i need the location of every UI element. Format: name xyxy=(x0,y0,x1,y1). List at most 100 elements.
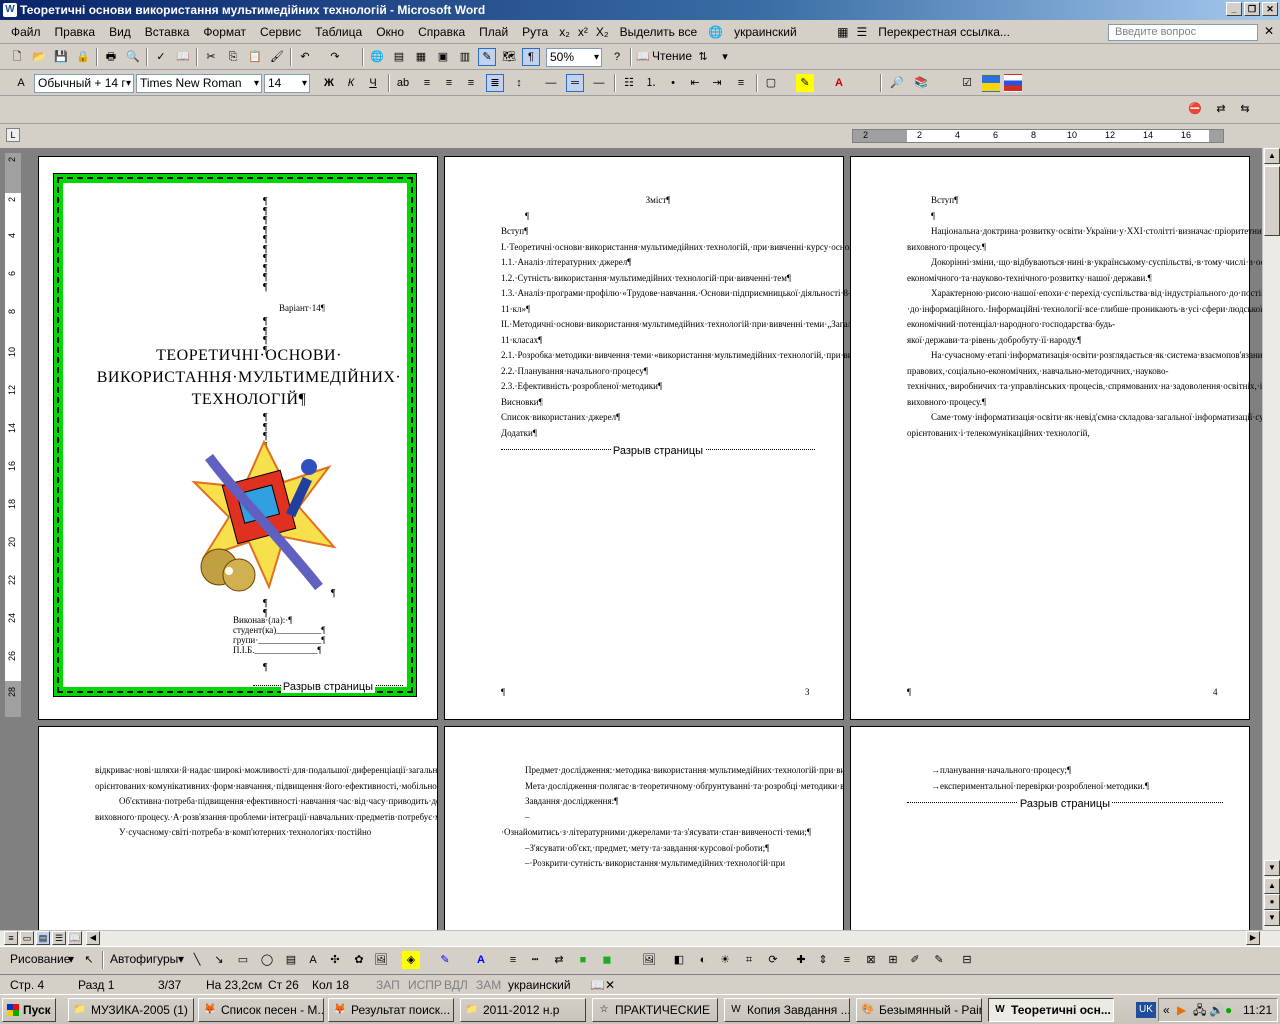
list-extra-icon[interactable]: ≡ xyxy=(732,74,750,92)
page-5[interactable]: Предмет·дослідження:·методика·використан… xyxy=(444,726,844,930)
superscript-icon[interactable]: x² xyxy=(574,25,592,39)
menu-plai[interactable]: Плай xyxy=(472,25,515,39)
increase-indent-icon[interactable]: ⇥ xyxy=(708,74,726,92)
page-4[interactable]: відкриває·нові·шляхи·й·надає·широкі·можл… xyxy=(38,726,438,930)
select-objects-icon[interactable]: ↖ xyxy=(80,951,98,969)
drawing-more-icon[interactable]: ⊟ xyxy=(958,951,976,969)
highlight-small-icon[interactable]: ab xyxy=(394,74,412,92)
reset-picture-icon[interactable]: ✎ xyxy=(930,951,948,969)
rectangle-tool-icon[interactable]: ▭ xyxy=(234,951,252,969)
insert-excel-icon[interactable]: ▣ xyxy=(434,48,452,66)
numbering-icon[interactable]: ☷ xyxy=(620,74,638,92)
horizontal-ruler[interactable]: 2 2 4 6 8 10 12 14 16 xyxy=(852,129,1224,143)
web-view-button[interactable]: ▭ xyxy=(20,931,34,945)
restore-button[interactable]: ❐ xyxy=(1244,2,1260,16)
clock[interactable]: 11:21 xyxy=(1243,999,1272,1021)
3d-icon[interactable]: ◼ xyxy=(598,951,616,969)
line-color-icon[interactable]: ✎ xyxy=(436,951,454,969)
menu-view[interactable]: Вид xyxy=(102,25,138,39)
language-indicator[interactable]: UK xyxy=(1136,1002,1156,1018)
borders-icon[interactable]: ▢ xyxy=(762,74,780,92)
task-practical[interactable]: ☆ ПРАКТИЧЕСКИЕ xyxy=(592,998,718,1022)
stop-icon[interactable]: ⛔ xyxy=(1186,100,1204,118)
redo-icon[interactable]: ↷ xyxy=(326,48,344,66)
ua-flag-icon[interactable] xyxy=(982,74,1000,92)
scroll-thumb[interactable] xyxy=(1264,166,1280,236)
permission-icon[interactable]: 🔒 xyxy=(74,48,92,66)
diagram-icon[interactable]: ✣ xyxy=(326,951,344,969)
next-page-button[interactable]: ▼ xyxy=(1264,910,1280,926)
document-close-icon[interactable]: ✕ xyxy=(1264,24,1274,38)
spelling-icon[interactable]: ✓ xyxy=(152,48,170,66)
vertical-scrollbar[interactable]: ▲ ▼ ▲ ● ▼ xyxy=(1262,148,1280,930)
translate-icon[interactable]: ⇄ xyxy=(1212,100,1230,118)
line-icon[interactable]: — xyxy=(542,74,560,92)
normal-view-button[interactable]: ≡ xyxy=(4,931,18,945)
rotate-icon[interactable]: ⟳ xyxy=(764,951,782,969)
security-icon[interactable]: ● xyxy=(1225,999,1232,1021)
horizontal-scrollbar[interactable]: ≡ ▭ ▤ ☰ 📖 ◀ ▶ xyxy=(0,930,1280,946)
print-layout-button[interactable]: ▤ xyxy=(36,931,50,945)
contrast-icon[interactable]: ◐ xyxy=(694,951,712,969)
brightness-icon[interactable]: ☀ xyxy=(716,951,734,969)
cut-icon[interactable]: ✂ xyxy=(202,48,220,66)
arrow-style-icon[interactable]: ⇄ xyxy=(550,951,568,969)
font-color-icon[interactable]: A xyxy=(830,74,848,92)
dash-style-icon[interactable]: ┅ xyxy=(526,951,544,969)
page-contents[interactable]: Зміст¶ ¶ Вступ¶ І.·Теоретичні·основи·вик… xyxy=(444,156,1094,720)
undo-icon[interactable]: ↶ xyxy=(296,48,314,66)
page-6[interactable]: →планування·начального·процесу;¶ →експер… xyxy=(850,726,1250,930)
grid-icon[interactable]: ▦ xyxy=(833,25,852,39)
insert-picture-icon[interactable]: 🖼 xyxy=(372,951,390,969)
draw-menu[interactable]: Рисование xyxy=(10,952,70,966)
convert-icon[interactable]: ⇆ xyxy=(1236,100,1254,118)
styles-pane-icon[interactable]: A xyxy=(12,74,30,92)
document-map-icon[interactable]: 🗺 xyxy=(500,48,518,66)
arrow-tool-icon[interactable]: ↘ xyxy=(210,951,228,969)
ru-flag-icon[interactable] xyxy=(1004,74,1022,92)
task-paint[interactable]: 🎨 Безымянный - Paint xyxy=(856,998,982,1022)
menu-file[interactable]: Файл xyxy=(4,25,48,39)
spelling-status-icon[interactable]: 📖✕ xyxy=(590,978,615,992)
select-all-button[interactable]: Выделить все xyxy=(613,25,705,39)
line2-icon[interactable]: — xyxy=(590,74,608,92)
menu-tools[interactable]: Сервис xyxy=(253,25,308,39)
scroll-right-button[interactable]: ▶ xyxy=(1246,931,1260,945)
status-track[interactable]: ИСПР xyxy=(408,978,442,992)
status-ovr[interactable]: ЗАМ xyxy=(476,978,501,992)
drawing-icon[interactable]: ✎ xyxy=(478,48,496,66)
format-painter-icon[interactable]: 🖌 xyxy=(268,48,286,66)
ask-question-input[interactable]: Введите вопрос xyxy=(1108,24,1258,41)
underline-button[interactable]: Ч xyxy=(364,74,382,92)
font-combo[interactable]: Times New Roman xyxy=(136,74,262,93)
browse-object-button[interactable]: ● xyxy=(1264,894,1280,910)
scroll-down-button[interactable]: ▼ xyxy=(1264,860,1280,876)
show-hide-pilcrow-icon[interactable]: ¶ xyxy=(522,48,540,66)
save-icon[interactable]: 💾 xyxy=(52,48,70,66)
menu-insert[interactable]: Вставка xyxy=(138,25,197,39)
menu-help[interactable]: Справка xyxy=(411,25,472,39)
shadow-icon[interactable]: ■ xyxy=(574,951,592,969)
menu-table[interactable]: Таблица xyxy=(308,25,369,39)
new-document-icon[interactable]: 🗋 xyxy=(8,48,26,66)
research-icon[interactable]: 📖 xyxy=(174,48,192,66)
toolbar-options-icon[interactable]: ▾ xyxy=(716,48,734,66)
hyperlink-icon[interactable]: 🌐 xyxy=(368,48,386,66)
open-icon[interactable]: 📂 xyxy=(30,48,48,66)
columns-icon[interactable]: ▥ xyxy=(456,48,474,66)
compress-icon[interactable]: ⇕ xyxy=(814,951,832,969)
scroll-left-button[interactable]: ◀ xyxy=(86,931,100,945)
task-folder-2[interactable]: 📁 2011-2012 н.р xyxy=(460,998,586,1022)
tables-borders-icon[interactable]: ▤ xyxy=(390,48,408,66)
numbered-list-icon[interactable]: ⒈ xyxy=(642,74,660,92)
help-icon[interactable]: ? xyxy=(608,48,626,66)
media-player-icon[interactable]: ▶ xyxy=(1177,999,1186,1021)
subscript-icon[interactable]: x₂ xyxy=(555,25,574,39)
oval-tool-icon[interactable]: ◯ xyxy=(258,951,276,969)
reading-layout-label[interactable]: Чтение xyxy=(652,49,692,63)
network-icon[interactable]: 🖧 xyxy=(1193,999,1206,1021)
line-weight-icon[interactable]: ≡ xyxy=(838,951,856,969)
text-wrap-icon[interactable]: ✚ xyxy=(792,951,810,969)
align-center-icon[interactable]: ≡ xyxy=(440,74,458,92)
task-word-copy[interactable]: W Копия Завдання ... xyxy=(724,998,850,1022)
